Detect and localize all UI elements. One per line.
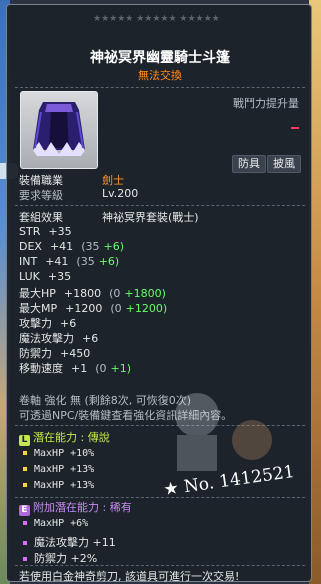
additional-potential-line: 魔法攻擊力 +11 [19, 534, 116, 550]
required-level-row: 要求等級 Lv.200 [19, 187, 138, 203]
footer-note: 若使用白金神奇剪刀, 該道具可進行一次交易! [19, 570, 240, 583]
required-level-label: 要求等級 [19, 189, 63, 202]
tag-cape: 披風 [267, 155, 301, 173]
stat-bonus: +1) [110, 362, 132, 375]
potential-header: L 潛在能力 : 傳說 [19, 429, 110, 446]
stat-label: 防禦力 [19, 347, 52, 360]
stat-value: +41 [45, 255, 69, 268]
stat-bonus: +1200) [125, 302, 168, 315]
stat-row: 攻擊力 +6 [19, 315, 76, 331]
stat-row: STR +35 [19, 225, 72, 238]
stat-value: +450 [60, 347, 91, 360]
bullet-icon [23, 450, 27, 455]
stat-base: (0 [109, 287, 121, 300]
stat-bonus: +6) [103, 240, 124, 253]
stat-label: INT [19, 255, 38, 268]
tag-armor: 防具 [232, 155, 266, 173]
star-force-stars: ★★★★★ ★★★★★ ★★★★★ [93, 14, 220, 24]
required-job-label: 裝備職業 [19, 174, 63, 187]
set-effect-label: 套組效果 [19, 211, 63, 224]
stat-label: 魔法攻擊力 [19, 332, 74, 345]
item-title: 神祕冥界幽靈騎士斗篷 [90, 50, 230, 66]
stat-row: 移動速度 +1 (0 +1) [19, 360, 131, 376]
stat-value: +1200 [65, 302, 103, 315]
stat-base: (35 [81, 240, 100, 253]
set-effect-value: 神祕冥界套裝(戰士) [102, 211, 199, 224]
potential-line: MaxHP +10% [19, 448, 94, 459]
divider [15, 87, 305, 88]
stat-value: +1 [71, 362, 88, 375]
additional-potential-header: E 附加潛在能力 : 稀有 [19, 499, 132, 516]
divider [15, 497, 305, 498]
cape-icon [33, 102, 85, 156]
stat-value: +6 [82, 332, 99, 345]
stat-value: +1800 [63, 287, 102, 300]
stat-label: 最大MP [19, 302, 58, 315]
stat-value: +41 [49, 240, 74, 253]
required-level-value: Lv.200 [102, 187, 139, 200]
stat-row: DEX +41 (35 +6) [19, 240, 124, 253]
required-job-row: 裝備職業 劍士 [19, 172, 124, 188]
stat-label: DEX [19, 240, 42, 253]
stat-label: 最大HP [19, 287, 56, 300]
stat-label: LUK [19, 270, 40, 283]
character-watermark [175, 393, 272, 471]
stat-value: +6 [60, 317, 77, 330]
additional-potential-line: 防禦力 +2% [19, 550, 97, 566]
bullet-icon [23, 520, 27, 525]
stat-row: 最大HP +1800 (0 +1800) [19, 285, 166, 301]
potential-line: MaxHP +13% [19, 480, 94, 491]
stat-base: (0 [110, 302, 122, 315]
divider [15, 205, 305, 206]
stat-row: 魔法攻擊力 +6 [19, 330, 98, 346]
item-tooltip: ★★★★★ ★★★★★ ★★★★★ 神祕冥界幽靈騎士斗篷 無法交換 戰鬥力提升量… [6, 4, 312, 583]
stat-label: STR [19, 225, 41, 238]
item-icon-frame [20, 91, 98, 169]
bullet-icon [23, 482, 27, 487]
stat-bonus: +6) [98, 255, 120, 268]
bullet-icon [23, 556, 27, 561]
required-job-value: 劍士 [102, 174, 124, 187]
divider [15, 565, 305, 566]
stat-label: 攻擊力 [19, 317, 52, 330]
stat-label: 移動速度 [19, 362, 63, 375]
stat-row: 最大MP +1200 (0 +1200) [19, 300, 167, 316]
potential-line: MaxHP +13% [19, 464, 94, 475]
power-increase-label: 戰鬥力提升量 [233, 97, 299, 110]
set-effect-row: 套組效果 神祕冥界套裝(戰士) [19, 209, 199, 225]
stat-row: 防禦力 +450 [19, 345, 90, 361]
stat-row: LUK +35 [19, 270, 71, 283]
additional-potential-line: MaxHP +6% [19, 518, 88, 529]
stat-value: +35 [47, 270, 72, 283]
additional-potential-title: 附加潛在能力 : 稀有 [33, 501, 132, 514]
trade-status: 無法交換 [138, 69, 182, 82]
stat-base: (35 [76, 255, 95, 268]
potential-title: 潛在能力 : 傳說 [33, 431, 110, 444]
stat-base: (0 [95, 362, 107, 375]
stat-value: +35 [48, 225, 72, 238]
legendary-badge: L [19, 435, 30, 446]
power-increase-indicator [291, 127, 299, 129]
bullet-icon [23, 466, 27, 471]
stat-row: INT +41 (35 +6) [19, 255, 119, 268]
epic-badge: E [19, 505, 30, 516]
bullet-icon [23, 540, 27, 545]
stat-bonus: +1800) [124, 287, 166, 300]
